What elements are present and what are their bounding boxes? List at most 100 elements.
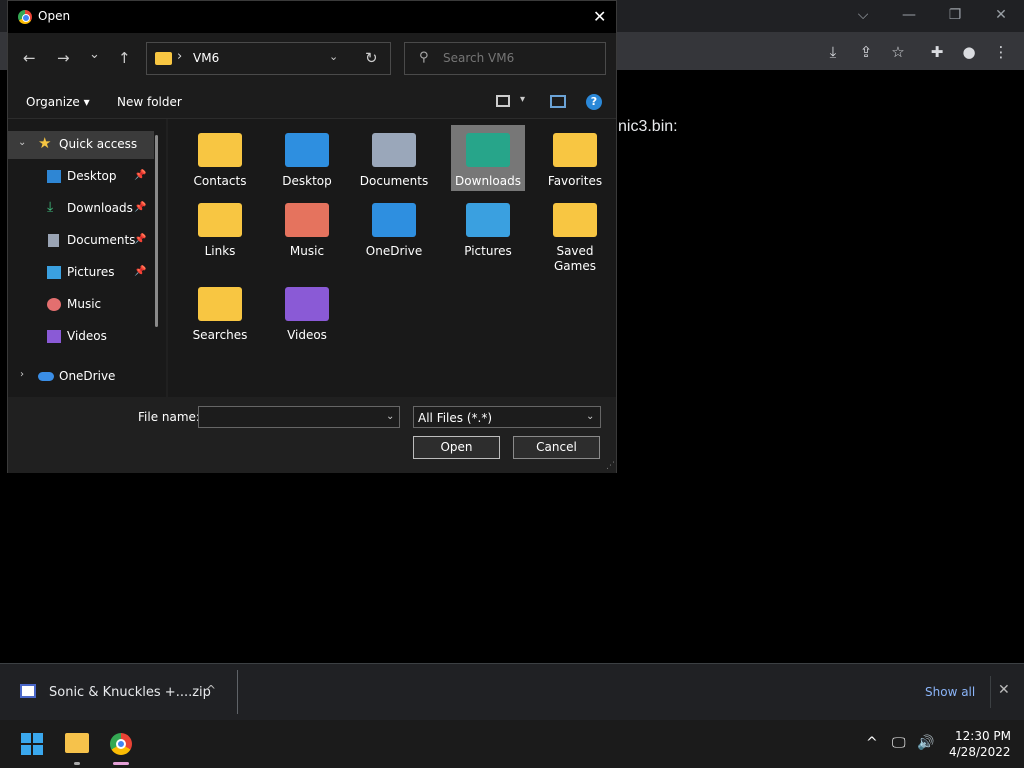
folder-tile-favorites[interactable]: Favorites <box>538 125 612 191</box>
clock-time[interactable]: 12:30 PM <box>955 729 1011 743</box>
folder-tile-music[interactable]: Music <box>270 195 344 279</box>
sidebar-item-documents[interactable]: Documents 📌 <box>8 227 154 255</box>
folder-tile-downloads[interactable]: Downloads <box>451 125 525 191</box>
search-box[interactable]: ⚲ <box>404 42 606 75</box>
search-input[interactable] <box>443 51 598 65</box>
back-arrow-icon[interactable]: ← <box>23 49 36 67</box>
expand-chevron-icon[interactable]: ⌄ <box>18 137 26 148</box>
folder-tile-documents[interactable]: Documents <box>357 125 431 191</box>
show-all-link[interactable]: Show all <box>925 685 975 699</box>
help-icon[interactable]: ? <box>586 94 602 110</box>
tray-overflow-icon[interactable]: ^ <box>866 735 878 751</box>
extensions-icon[interactable]: ✚ <box>926 41 948 63</box>
close-icon[interactable]: ✕ <box>998 682 1010 698</box>
file-list: Contacts Desktop Documents Downloads Fav… <box>168 119 616 397</box>
recent-locations-icon[interactable]: ⌄ <box>89 47 100 62</box>
folder-tile-desktop[interactable]: Desktop <box>270 125 344 191</box>
address-dropdown-icon[interactable]: ⌄ <box>329 50 338 63</box>
zip-file-icon <box>20 684 36 698</box>
folder-label: Desktop <box>282 174 332 188</box>
tab-search-chevron-icon[interactable]: ⌵ <box>840 0 886 30</box>
open-button[interactable]: Open <box>413 436 500 459</box>
file-type-value: All Files (*.*) <box>418 411 493 425</box>
browser-menu-icon[interactable]: ⋮ <box>990 41 1012 63</box>
file-name-combobox[interactable]: ⌄ <box>198 406 400 428</box>
bookmark-star-icon[interactable]: ☆ <box>887 41 909 63</box>
share-icon[interactable]: ⇪ <box>855 41 877 63</box>
sidebar-scrollbar[interactable] <box>155 135 158 327</box>
refresh-icon[interactable]: ↻ <box>365 49 378 67</box>
download-item[interactable]: Sonic & Knuckles +....zip <box>49 685 211 700</box>
folder-label: Favorites <box>547 174 603 188</box>
folder-tile-saved-games[interactable]: Saved Games <box>538 195 612 279</box>
browser-close-button[interactable]: ✕ <box>978 0 1024 30</box>
search-icon: ⚲ <box>419 50 429 65</box>
dialog-footer: File name: ⌄ All Files (*.*) ⌄ Open Canc… <box>8 397 616 473</box>
onedrive-folder-icon <box>372 203 416 237</box>
folder-tile-onedrive[interactable]: OneDrive <box>357 195 431 279</box>
sidebar-item-onedrive[interactable]: › OneDrive <box>8 363 154 391</box>
preview-pane-icon[interactable] <box>550 95 566 108</box>
file-explorer-icon[interactable] <box>65 733 89 753</box>
profile-icon[interactable]: ● <box>958 41 980 63</box>
folder-label: Contacts <box>193 174 247 188</box>
cancel-button[interactable]: Cancel <box>513 436 600 459</box>
folder-icon <box>553 203 597 237</box>
sidebar-item-downloads[interactable]: ⤓ Downloads 📌 <box>8 195 154 223</box>
sidebar-item-quick-access[interactable]: ⌄ ★ Quick access <box>8 131 154 159</box>
dialog-titlebar[interactable]: Open ✕ <box>8 1 616 33</box>
forward-arrow-icon[interactable]: → <box>57 49 70 67</box>
chevron-down-icon[interactable]: ⌄ <box>586 411 594 422</box>
download-options-icon[interactable]: ^ <box>206 683 216 697</box>
download-shelf: Sonic & Knuckles +....zip ^ Show all ✕ <box>0 663 1024 720</box>
change-view-icon[interactable] <box>496 95 510 107</box>
sidebar-item-music[interactable]: Music <box>8 291 154 319</box>
up-arrow-icon[interactable]: ↑ <box>118 49 131 67</box>
sidebar-item-label: Pictures <box>67 265 115 279</box>
folder-tile-links[interactable]: Links <box>183 195 257 279</box>
folder-label: Searches <box>192 328 248 342</box>
sidebar-item-label: Desktop <box>67 169 117 183</box>
expand-chevron-icon[interactable]: › <box>20 369 24 380</box>
folder-label: Videos <box>287 328 327 342</box>
minimize-button[interactable]: — <box>886 0 932 30</box>
breadcrumb-vm6[interactable]: VM6 <box>193 51 219 65</box>
folder-tile-videos[interactable]: Videos <box>270 279 344 345</box>
folder-icon <box>198 287 242 321</box>
sidebar-item-pictures[interactable]: Pictures 📌 <box>8 259 154 287</box>
sidebar-item-label: Videos <box>67 329 107 343</box>
taskbar: ^ 🖵 🔊 12:30 PM 4/28/2022 <box>0 720 1024 768</box>
sidebar-item-desktop[interactable]: Desktop 📌 <box>8 163 154 191</box>
download-icon[interactable]: ⤓ <box>822 41 844 63</box>
network-icon[interactable]: 🖵 <box>892 735 906 751</box>
new-folder-button[interactable]: New folder <box>117 95 182 109</box>
folder-icon <box>155 52 172 65</box>
chrome-taskbar-icon[interactable] <box>110 733 132 755</box>
volume-icon[interactable]: 🔊 <box>917 735 934 751</box>
documents-folder-icon <box>372 133 416 167</box>
organize-button[interactable]: Organize ▾ <box>26 95 90 109</box>
running-indicator <box>74 762 80 765</box>
chevron-down-icon[interactable]: ⌄ <box>386 411 394 422</box>
resize-grip-icon[interactable]: ⋰ <box>606 461 615 471</box>
file-type-select[interactable]: All Files (*.*) ⌄ <box>413 406 601 428</box>
folder-label: Links <box>204 244 236 258</box>
dialog-close-icon[interactable]: ✕ <box>593 7 606 26</box>
file-name-input[interactable] <box>203 410 373 424</box>
page-text: nic3.bin: <box>618 118 678 135</box>
videos-folder-icon <box>285 287 329 321</box>
folder-tile-searches[interactable]: Searches <box>183 279 257 345</box>
clock-date[interactable]: 4/28/2022 <box>949 745 1011 759</box>
restore-button[interactable]: ❐ <box>932 0 978 30</box>
document-icon <box>48 234 59 247</box>
breadcrumb-chevron-icon[interactable]: › <box>177 49 182 64</box>
view-dropdown-icon[interactable]: ▾ <box>520 94 525 105</box>
desktop-folder-icon <box>285 133 329 167</box>
folder-tile-pictures[interactable]: Pictures <box>451 195 525 279</box>
folder-tile-contacts[interactable]: Contacts <box>183 125 257 191</box>
sidebar-item-label: Quick access <box>59 137 138 151</box>
folder-icon <box>198 203 242 237</box>
address-bar[interactable]: › VM6 ⌄ ↻ <box>146 42 391 75</box>
sidebar-item-videos[interactable]: Videos <box>8 323 154 351</box>
windows-start-icon[interactable] <box>21 733 43 755</box>
